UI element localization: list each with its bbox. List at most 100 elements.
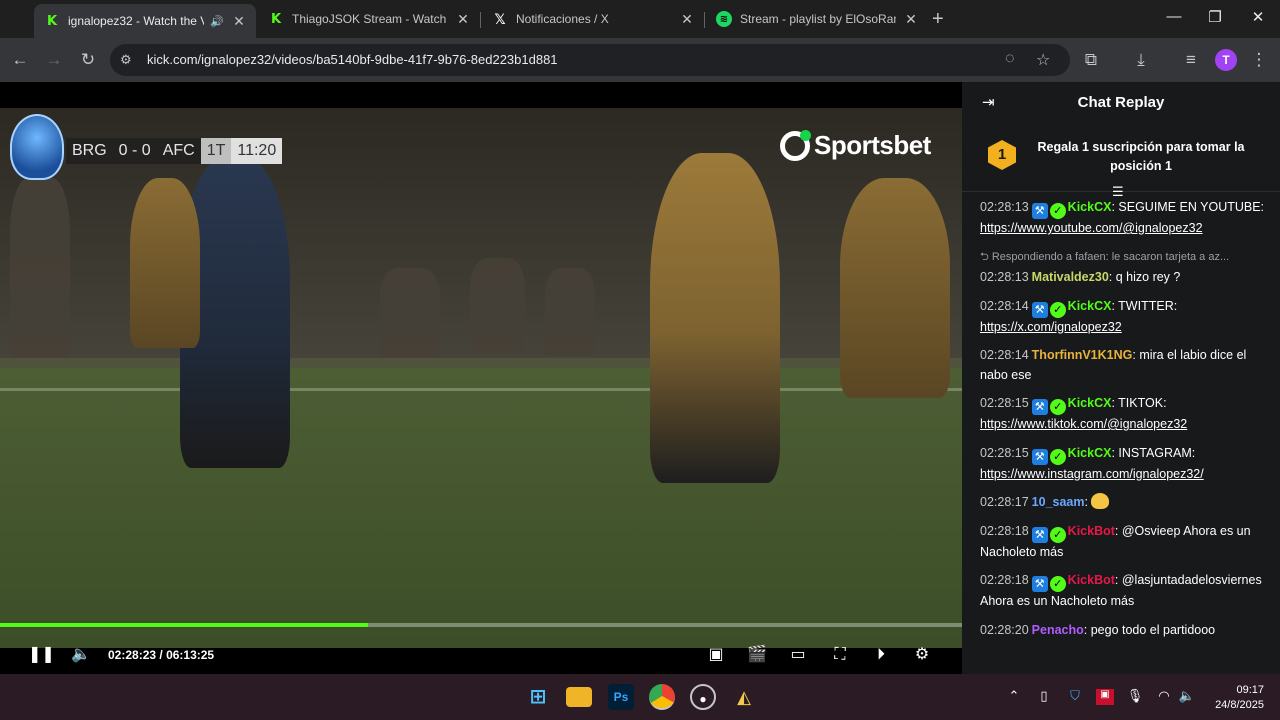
- message-text: : q hizo rey ?: [1108, 270, 1181, 284]
- chat-message: 02:28:18 ⚒ ✓ KickBot: @lasjuntadadelosviern…: [980, 571, 1270, 612]
- chat-message: 02:28:18 ⚒ ✓ KickBot: @Osvieep Ahora es un …: [980, 522, 1270, 563]
- pause-icon[interactable]: ❚❚: [28, 644, 55, 666]
- chat-username[interactable]: ThorfinnV1K1NG: [1032, 348, 1133, 362]
- sponsor-logo: Sportsbet: [780, 129, 931, 161]
- site-info-icon[interactable]: ⚙: [120, 52, 132, 68]
- download-icon[interactable]: ⤓: [1130, 49, 1152, 71]
- tab-ignalopez32[interactable]: K ignalopez32 - Watch the VC 🔊 ✕: [34, 4, 256, 38]
- photoshop-icon[interactable]: Ps: [608, 684, 634, 710]
- message-text: : SEGUIME EN YOUTUBE:: [1111, 200, 1265, 214]
- fullscreen-icon[interactable]: ⛶: [829, 644, 851, 666]
- usb-device-icon[interactable]: ▯: [1035, 688, 1053, 704]
- player-gold: [650, 153, 780, 483]
- reply-context[interactable]: ⮌ Respondiendo a fafaen: le sacaron tarj…: [980, 248, 1270, 268]
- kick-icon: K: [270, 11, 282, 27]
- league-logo: [10, 114, 64, 180]
- tab-title: Stream - playlist by ElOsoRanci: [740, 12, 896, 26]
- scoreboard: BRG 0 - 0 AFC 1T 11:20: [66, 138, 283, 164]
- address-bar[interactable]: ⚙ kick.com/ignalopez32/videos/ba5140bf-9…: [110, 44, 1070, 76]
- back-icon[interactable]: ←: [9, 49, 31, 71]
- tab-notificaciones-x[interactable]: 𝕏 Notificaciones / X ✕: [482, 4, 704, 34]
- chat-message: 02:28:20 Penacho: pego todo el partidooo: [980, 621, 1270, 641]
- sportsbet-logo-icon: [780, 129, 811, 161]
- message-text: : TWITTER:: [1111, 298, 1178, 313]
- clock-time: 09:17: [1236, 684, 1264, 696]
- tab-thiagojsok[interactable]: K ThiagoJSOK Stream - Watch Live ✕: [258, 4, 480, 34]
- emote-icon: [1091, 493, 1110, 509]
- close-tab-icon[interactable]: ✕: [456, 11, 470, 28]
- close-window-icon[interactable]: ✕: [1248, 8, 1268, 26]
- chat-username[interactable]: KickCX: [1068, 396, 1112, 410]
- seek-bar[interactable]: [0, 623, 962, 627]
- theater-mode-icon[interactable]: ▭: [787, 644, 809, 666]
- wifi-icon[interactable]: ◠: [1155, 688, 1173, 704]
- reload-icon[interactable]: ↻: [77, 49, 99, 71]
- chat-username[interactable]: KickBot: [1068, 524, 1115, 538]
- profile-avatar[interactable]: T: [1215, 49, 1237, 71]
- message-timestamp: 02:28:13: [980, 270, 1029, 284]
- chat-message: ⮌ Respondiendo a fafaen: le sacaron tarj…: [980, 248, 1270, 288]
- file-explorer-icon[interactable]: [566, 687, 592, 707]
- chat-username[interactable]: Mativaldez30: [1032, 270, 1109, 284]
- message-link[interactable]: https://www.tiktok.com/@ignalopez32: [980, 417, 1187, 431]
- minimize-icon[interactable]: —: [1164, 8, 1184, 25]
- spectator: [545, 268, 595, 356]
- chat-username[interactable]: Penacho: [1032, 623, 1084, 637]
- chat-username[interactable]: KickCX: [1068, 200, 1112, 214]
- tab-spotify-playlist[interactable]: ≋ Stream - playlist by ElOsoRanci ✕: [706, 4, 928, 34]
- media-queue-icon[interactable]: ≡: [1180, 49, 1202, 71]
- chat-username[interactable]: KickCX: [1068, 446, 1112, 460]
- close-tab-icon[interactable]: ✕: [680, 11, 694, 28]
- settings-gear-icon[interactable]: ⚙: [911, 644, 933, 666]
- league-client-icon[interactable]: ◭: [731, 684, 757, 710]
- duration: 06:13:25: [166, 648, 215, 662]
- obs-icon[interactable]: ●: [690, 684, 716, 710]
- message-timestamp: 02:28:18: [980, 573, 1029, 587]
- speaker-icon[interactable]: 🔈: [1178, 688, 1196, 704]
- forward-icon[interactable]: →: [43, 49, 65, 71]
- message-text: :: [1084, 495, 1092, 509]
- clip-icon[interactable]: 🎬: [746, 644, 768, 666]
- message-link[interactable]: https://www.instagram.com/ignalopez32/: [980, 467, 1204, 481]
- spotify-icon: ≋: [716, 11, 732, 27]
- message-text: : TIKTOK:: [1111, 396, 1167, 410]
- message-timestamp: 02:28:18: [980, 523, 1029, 538]
- speaker-icon[interactable]: 🔊: [210, 15, 224, 28]
- volume-icon[interactable]: 🔈: [70, 644, 92, 666]
- menu-kebab-icon[interactable]: ⋮: [1248, 49, 1270, 71]
- close-tab-icon[interactable]: ✕: [904, 11, 918, 28]
- moderator-badge-icon: ⚒: [1031, 576, 1048, 592]
- match-half: 1T: [200, 138, 232, 164]
- close-tab-icon[interactable]: ✕: [232, 13, 246, 30]
- extensions-icon[interactable]: ⧉: [1080, 49, 1102, 71]
- chrome-icon[interactable]: [649, 684, 675, 710]
- moderator-badge-icon: ⚒: [1031, 301, 1048, 318]
- message-link[interactable]: https://www.youtube.com/@ignalopez32: [980, 221, 1203, 235]
- chat-message: 02:28:15 ⚒ ✓ KickCX: TIKTOK: https://www.ti…: [980, 394, 1270, 435]
- chat-username[interactable]: KickCX: [1068, 299, 1112, 313]
- show-hidden-icons-icon[interactable]: ⌃: [1005, 688, 1023, 704]
- system-clock[interactable]: 09:17 24/8/2025: [1200, 683, 1264, 713]
- tab-title: ignalopez32 - Watch the VC: [68, 14, 205, 28]
- subscription-promo[interactable]: 1 Regala 1 suscripción para tomar la pos…: [962, 124, 1280, 192]
- defender-shield-icon[interactable]: ⛉: [1066, 688, 1084, 704]
- tab-separator: [704, 12, 705, 28]
- spectator: [10, 178, 70, 358]
- playback-speed-icon[interactable]: ⏵: [870, 644, 892, 666]
- bookmark-star-icon[interactable]: ☆: [1036, 50, 1050, 70]
- chat-username[interactable]: 10_saam: [1032, 495, 1085, 509]
- new-tab-icon[interactable]: +: [932, 8, 944, 31]
- message-link[interactable]: https://x.com/ignalopez32: [980, 320, 1122, 334]
- red-app-icon[interactable]: ▣: [1096, 689, 1114, 705]
- windows-start-icon[interactable]: ⊞: [525, 684, 551, 710]
- chat-username[interactable]: KickBot: [1068, 573, 1115, 587]
- eye-off-icon[interactable]: ◌: [1005, 50, 1015, 68]
- video-player[interactable]: BRG 0 - 0 AFC 1T 11:20 Sportsbet ❚❚ 🔈 02…: [0, 82, 962, 674]
- playback-time: 02:28:23 / 06:13:25: [108, 648, 215, 662]
- home-team: BRG: [66, 138, 113, 164]
- score: 0 - 0: [112, 138, 157, 164]
- microphone-icon[interactable]: 🎙: [1126, 688, 1144, 704]
- miniplayer-icon[interactable]: ▣: [705, 644, 727, 666]
- url-text[interactable]: kick.com/ignalopez32/videos/ba5140bf-9db…: [147, 52, 558, 67]
- restore-icon[interactable]: ❐: [1205, 8, 1225, 26]
